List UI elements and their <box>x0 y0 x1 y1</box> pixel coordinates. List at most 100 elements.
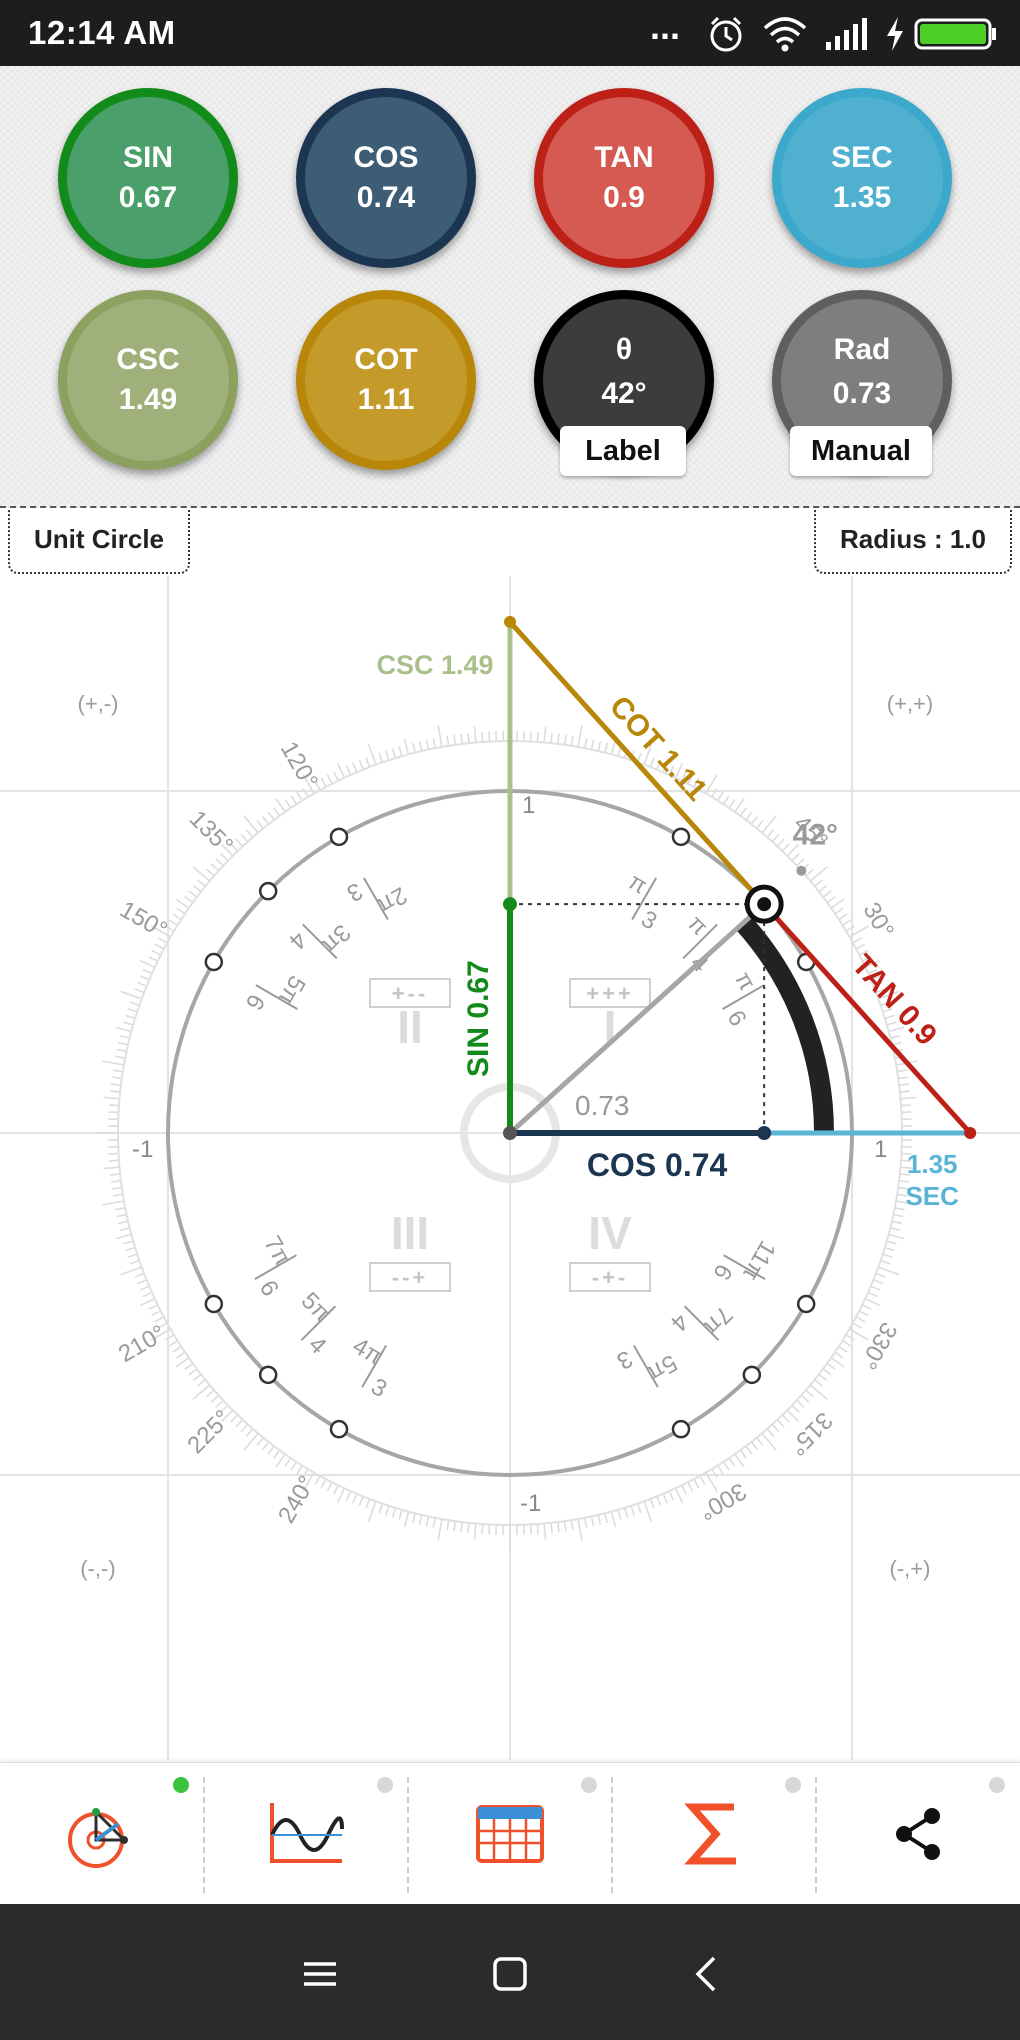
protractor-tick <box>176 907 186 915</box>
protractor-tick <box>662 1493 668 1504</box>
csc-label: CSC 1.49 <box>376 650 493 680</box>
protractor-tick <box>791 853 800 862</box>
protractor-tick <box>139 1297 156 1307</box>
function-panel: SIN 0.67 COS 0.74 TAN 0.9 SEC 1.35 CSC 1… <box>0 66 1020 508</box>
protractor-tick <box>403 738 410 755</box>
protractor-tick <box>326 1481 333 1492</box>
protractor-tick <box>855 1316 866 1323</box>
cos-label: COS 0.74 <box>587 1147 728 1183</box>
protractor-tick <box>110 1090 121 1093</box>
protractor-tick <box>577 725 583 748</box>
protractor-tick <box>240 833 249 843</box>
home-icon[interactable] <box>480 1944 540 2004</box>
unit-circle-tab[interactable]: Unit Circle <box>8 510 190 574</box>
protractor-tick <box>142 968 153 975</box>
manual-toggle-button[interactable]: Manual <box>790 426 932 476</box>
protractor-tick <box>822 890 832 898</box>
protractor-tick <box>411 742 416 753</box>
protractor-tick <box>411 1513 416 1524</box>
protractor-tick <box>385 750 390 761</box>
tab-share[interactable] <box>816 1763 1019 1905</box>
protractor-tick <box>890 1227 901 1232</box>
circle-point <box>329 827 349 847</box>
cos-button-value: 0.74 <box>356 181 416 214</box>
protractor-tick <box>550 1522 553 1533</box>
rad-button-label: Rad <box>833 333 891 366</box>
protractor-tick <box>365 1498 371 1509</box>
protractor-tick <box>861 1304 872 1310</box>
protractor-tick <box>814 879 823 887</box>
protractor-tick <box>900 1104 912 1107</box>
radian-denominator: 6 <box>240 989 270 1014</box>
angle-drag-handle[interactable] <box>744 884 784 924</box>
protractor-tick <box>681 1484 687 1495</box>
protractor-tick <box>108 1111 119 1114</box>
protractor-tick <box>256 820 264 829</box>
protractor-tick <box>776 1419 785 1428</box>
radian-numerator: 5π <box>642 1349 681 1387</box>
cot-button[interactable]: COT 1.11 <box>296 290 476 470</box>
protractor-tick <box>437 1518 443 1541</box>
angle-marker-label: 42° <box>793 819 838 852</box>
quadrant-numeral: II <box>397 1001 423 1053</box>
protractor-tick <box>110 1083 122 1087</box>
protractor-tick <box>125 1014 136 1020</box>
protractor-tick <box>108 1152 119 1155</box>
sin-button[interactable]: SIN 0.67 <box>58 88 238 268</box>
protractor-tick <box>570 735 574 746</box>
back-icon[interactable] <box>678 1944 738 2004</box>
protractor-tick <box>418 1514 423 1525</box>
tan-button[interactable]: TAN 0.9 <box>534 88 714 268</box>
quadrant-sign-q3: (-,-) <box>80 1556 115 1581</box>
protractor-tick <box>123 1021 134 1026</box>
circle-point <box>258 881 278 901</box>
protractor-tick <box>267 1445 275 1455</box>
protractor-tick <box>154 943 165 950</box>
protractor-tick <box>636 1503 642 1514</box>
protractor-tick <box>630 1505 635 1516</box>
tab-formulas[interactable] <box>612 1763 815 1905</box>
degree-label: 135° <box>184 805 238 859</box>
radian-label: 5π3 <box>612 1345 682 1388</box>
protractor-tick <box>175 898 190 909</box>
csc-button-value: 1.49 <box>118 383 178 416</box>
label-toggle-button[interactable]: Label <box>560 426 686 476</box>
cos-button[interactable]: COS 0.74 <box>296 88 476 268</box>
protractor-tick <box>129 1001 140 1007</box>
protractor-tick <box>437 725 443 748</box>
csc-button[interactable]: CSC 1.49 <box>58 290 238 470</box>
circle-point <box>204 952 224 972</box>
menu-icon[interactable] <box>290 1944 350 2004</box>
radian-denominator: 3 <box>636 905 661 935</box>
protractor-tick <box>116 1213 127 1218</box>
protractor-tick <box>391 748 397 759</box>
overflow-dots: ... <box>650 6 681 47</box>
unit-circle-plot[interactable]: 30°45°120°135°150°210°225°240° 300°315°33… <box>0 576 1020 1760</box>
cos-point <box>757 1126 772 1140</box>
protractor-tick <box>432 738 436 749</box>
protractor-tick <box>488 1524 491 1535</box>
protractor-tick <box>256 1437 264 1446</box>
degree-label: 225° <box>182 1405 236 1459</box>
radian-label: 5π6 <box>240 971 311 1014</box>
tab-unit-circle[interactable] <box>0 1763 203 1905</box>
sec-button[interactable]: SEC 1.35 <box>772 88 952 268</box>
protractor-tick <box>235 1419 244 1428</box>
protractor-tick <box>210 863 220 872</box>
tab-graph[interactable] <box>204 1763 407 1905</box>
protractor-tick <box>418 741 423 752</box>
protractor-tick <box>136 1279 147 1285</box>
radius-tab[interactable]: Radius : 1.0 <box>814 510 1012 574</box>
protractor-tick <box>550 733 553 744</box>
protractor-tick <box>899 1090 910 1093</box>
radian-denominator: 6 <box>708 1259 738 1284</box>
protractor-tick <box>796 858 805 867</box>
protractor-tick <box>771 1423 780 1433</box>
protractor-tick <box>529 731 532 742</box>
theta-button-label: θ <box>615 333 633 366</box>
protractor-tick <box>142 1291 153 1298</box>
tab-table[interactable] <box>408 1763 611 1905</box>
protractor-tick <box>901 1111 912 1114</box>
protractor-tick <box>352 1493 358 1504</box>
degree-label: 30° <box>857 898 899 943</box>
